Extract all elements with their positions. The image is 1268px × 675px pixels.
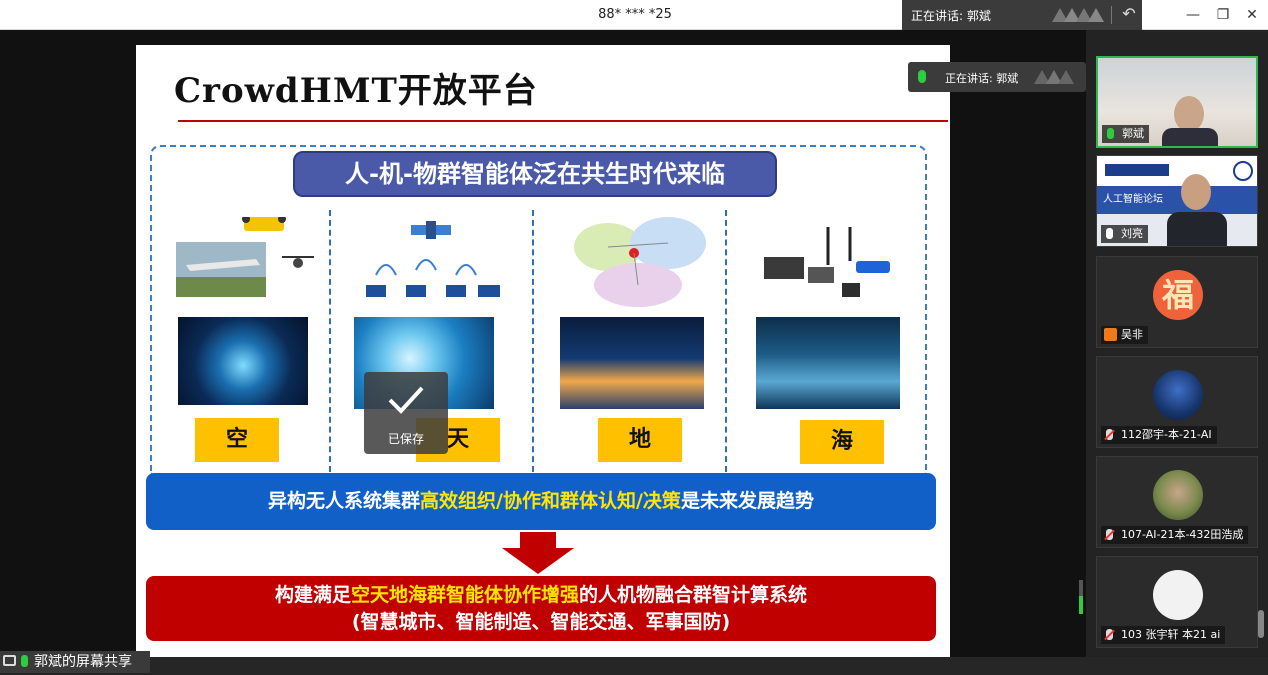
title-underline bbox=[178, 120, 948, 122]
emblem-icon bbox=[1233, 161, 1253, 181]
participant-name-tag: 吴非 bbox=[1101, 326, 1148, 344]
avatar bbox=[1153, 370, 1203, 420]
goal-text-part2: 的人机物融合群智计算系统 bbox=[579, 584, 808, 606]
participant-name: 郭斌 bbox=[1122, 127, 1144, 140]
presentation-slide: CrowdHMT开放平台 人-机-物群智能体泛在共生时代来临 空 天 地 海 异… bbox=[136, 45, 950, 657]
down-arrow-icon bbox=[502, 532, 574, 574]
microphone-icon bbox=[21, 655, 28, 667]
participant-body bbox=[1167, 212, 1227, 246]
slide-title: CrowdHMT开放平台 bbox=[174, 71, 538, 111]
muted-microphone-icon bbox=[1106, 429, 1113, 440]
floating-speaking-label: 正在讲话: 郭斌 bbox=[945, 72, 1019, 85]
avatar bbox=[1153, 570, 1203, 620]
participant-tile[interactable]: 郭斌 bbox=[1096, 56, 1258, 148]
window-title-bar: 88* *** *25 正在讲话: 郭斌 ↶ — ❐ ✕ bbox=[0, 0, 1268, 30]
return-arrow-icon[interactable]: ↶ bbox=[1118, 3, 1140, 25]
trend-statement-bar: 异构无人系统集群高效组织/协作和群体认知/决策是未来发展趋势 bbox=[146, 473, 936, 530]
screen-share-tag[interactable]: 郭斌的屏幕共享 bbox=[0, 651, 150, 673]
participant-name-tag: 112邵宇-本-21-AI bbox=[1101, 426, 1217, 444]
logo-strip bbox=[1097, 156, 1257, 186]
trend-text-highlight: 高效组织/协作和群体认知/决策 bbox=[420, 490, 681, 512]
avatar: 福 bbox=[1153, 270, 1203, 320]
iot-network-diagram-image bbox=[574, 217, 706, 307]
participant-face bbox=[1174, 96, 1204, 132]
screen-share-icon bbox=[3, 655, 16, 666]
screen-share-label: 郭斌的屏幕共享 bbox=[34, 654, 132, 670]
slide-banner-text: 人工智能论坛 bbox=[1097, 186, 1257, 214]
smart-city-night-image bbox=[560, 317, 704, 409]
participant-name: 吴非 bbox=[1121, 328, 1143, 341]
participant-face bbox=[1181, 174, 1211, 210]
participant-tile[interactable]: 112邵宇-本-21-AI bbox=[1096, 356, 1258, 448]
goal-text-part1: 构建满足 bbox=[274, 584, 351, 606]
goal-statement-bar: 构建满足空天地海群智能体协作增强的人机物融合群智计算系统 (智慧城市、智能制造、… bbox=[146, 576, 936, 641]
participant-name-tag: 郭斌 bbox=[1102, 125, 1149, 143]
slide-banner: 人-机-物群智能体泛在共生时代来临 bbox=[293, 151, 777, 197]
speaking-label: 正在讲话: 郭斌 bbox=[911, 9, 991, 23]
shared-screen-area: CrowdHMT开放平台 人-机-物群智能体泛在共生时代来临 空 天 地 海 异… bbox=[0, 30, 1086, 657]
saved-toast-label: 已保存 bbox=[387, 432, 424, 446]
microphone-icon bbox=[918, 70, 926, 83]
drone-aircraft-image bbox=[176, 217, 316, 297]
participant-name: 刘亮 bbox=[1121, 227, 1143, 240]
trend-text-part1: 异构无人系统集群 bbox=[268, 490, 421, 512]
participant-name: 107-AI-21本-432田浩成 bbox=[1121, 528, 1244, 541]
participant-name-tag: 103 张宇轩 本21 ai bbox=[1101, 626, 1226, 644]
column-divider bbox=[329, 210, 331, 472]
participant-body bbox=[1162, 128, 1218, 146]
participant-tile[interactable]: 人工智能论坛 刘亮 bbox=[1096, 155, 1258, 247]
participant-tile[interactable]: 107-AI-21本-432田浩成 bbox=[1096, 456, 1258, 548]
muted-microphone-icon bbox=[1106, 629, 1113, 640]
label-land: 地 bbox=[598, 418, 682, 462]
label-air: 空 bbox=[195, 418, 279, 462]
checkmark-icon bbox=[388, 386, 424, 414]
maximize-button[interactable]: ❐ bbox=[1212, 5, 1234, 25]
goal-text-highlight: 空天地海群智能体协作增强 bbox=[350, 584, 579, 606]
participant-name-tag: 107-AI-21本-432田浩成 bbox=[1101, 526, 1249, 544]
participant-tile[interactable]: 103 张宇轩 本21 ai bbox=[1096, 556, 1258, 648]
volume-level bbox=[1079, 596, 1083, 614]
participant-name: 103 张宇轩 本21 ai bbox=[1121, 628, 1221, 641]
satellite-network-image bbox=[366, 221, 500, 297]
audio-wave-icon bbox=[1034, 70, 1074, 84]
divider bbox=[1111, 6, 1112, 24]
meeting-title: 88* *** *25 bbox=[598, 7, 672, 22]
close-button[interactable]: ✕ bbox=[1241, 5, 1263, 25]
smart-port-ships-image bbox=[756, 317, 900, 409]
participants-panel: 郭斌 人工智能论坛 刘亮 福 吴非 112邵宇-本-21-AI 107-AI-2… bbox=[1086, 30, 1268, 657]
minimize-button[interactable]: — bbox=[1182, 5, 1204, 25]
participant-tile[interactable]: 福 吴非 bbox=[1096, 256, 1258, 348]
muted-microphone-icon bbox=[1106, 529, 1113, 540]
column-divider bbox=[532, 210, 534, 472]
microphone-icon bbox=[1107, 128, 1114, 139]
microphone-icon bbox=[1106, 228, 1113, 239]
participant-name: 112邵宇-本-21-AI bbox=[1121, 428, 1212, 441]
digital-earth-image bbox=[178, 317, 308, 405]
volume-meter bbox=[1079, 580, 1083, 614]
panel-scrollbar[interactable] bbox=[1258, 610, 1264, 638]
saved-toast: 已保存 bbox=[364, 372, 448, 454]
bottom-bar bbox=[0, 657, 1268, 675]
speaking-indicator-bar: 正在讲话: 郭斌 ↶ bbox=[902, 0, 1142, 30]
user-icon bbox=[1104, 328, 1117, 341]
label-sea: 海 bbox=[800, 420, 884, 464]
sensor-hardware-image bbox=[764, 227, 890, 297]
column-divider bbox=[725, 210, 727, 472]
trend-text-part2: 是未来发展趋势 bbox=[680, 490, 814, 512]
goal-text-line2: (智慧城市、智能制造、智能交通、军事国防) bbox=[351, 611, 731, 633]
participant-name-tag: 刘亮 bbox=[1101, 225, 1148, 243]
avatar bbox=[1153, 470, 1203, 520]
audio-wave-icon bbox=[1052, 8, 1104, 22]
floating-speaking-indicator[interactable]: 正在讲话: 郭斌 bbox=[908, 62, 1086, 92]
university-logo bbox=[1105, 164, 1169, 176]
